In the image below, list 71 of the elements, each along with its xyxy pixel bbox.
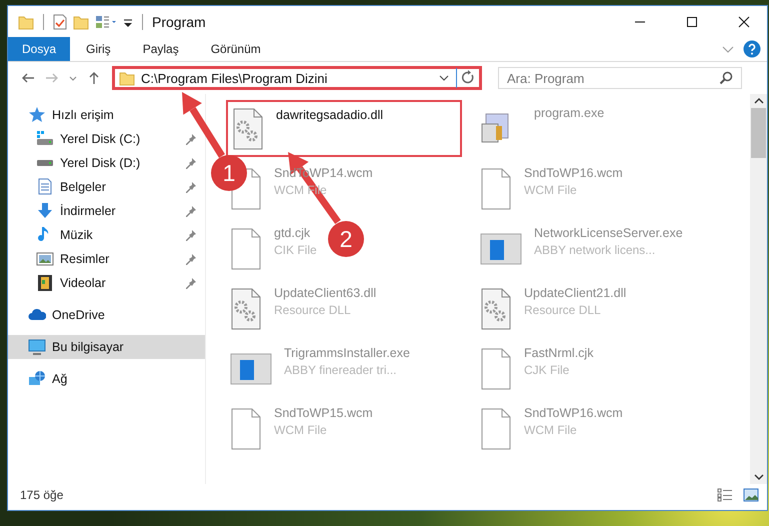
file-type: ABBY finereader tri... bbox=[284, 363, 398, 377]
sidebar-item[interactable]: Müzik bbox=[8, 223, 205, 247]
large-icons-view-icon[interactable] bbox=[743, 488, 759, 502]
gears-file-icon bbox=[232, 108, 264, 150]
star-icon bbox=[28, 106, 46, 124]
file-type: Resource DLL bbox=[524, 303, 602, 317]
sidebar-item[interactable]: İndirmeler bbox=[8, 199, 205, 223]
sidebar-item[interactable]: Belgeler bbox=[8, 175, 205, 199]
details-view-icon[interactable] bbox=[717, 488, 733, 502]
file-name: SndToWP16.wcm bbox=[524, 166, 623, 180]
file-name: SndToWP16.wcm bbox=[524, 406, 623, 420]
ribbon-tab[interactable]: Görünüm bbox=[194, 37, 277, 61]
file-name: TrigrammsInstaller.exe bbox=[284, 346, 410, 360]
scrollbar[interactable] bbox=[750, 94, 767, 484]
file-type: ABBY network licens... bbox=[534, 243, 656, 257]
folder-icon bbox=[18, 14, 34, 30]
item-count: 175 öğe bbox=[20, 488, 64, 502]
step-number: 2 bbox=[328, 221, 364, 257]
search-field[interactable]: Ara: Program bbox=[498, 67, 742, 89]
file-name: gtd.cjk bbox=[274, 226, 312, 240]
sidebar-item[interactable]: Hızlı erişim bbox=[8, 103, 124, 127]
callout-arrow bbox=[182, 92, 225, 158]
file-name: UpdateClient63.dll bbox=[274, 286, 376, 300]
file-icon bbox=[230, 408, 262, 450]
help-icon[interactable] bbox=[743, 40, 761, 58]
film-icon bbox=[36, 274, 54, 292]
sidebar-item[interactable]: Yerel Disk (D:) bbox=[8, 151, 205, 175]
download-arrow-icon bbox=[36, 202, 54, 220]
file-name: NetworkLicenseServer.exe bbox=[534, 226, 683, 240]
sidebar-item[interactable]: Yerel Disk (C:) bbox=[8, 127, 205, 151]
sidebar-item[interactable]: Ağ bbox=[8, 367, 78, 391]
step-number: 1 bbox=[211, 155, 247, 191]
file-name: dawritegsadadio.dll bbox=[276, 108, 384, 122]
file-icon bbox=[480, 168, 512, 210]
file-icon bbox=[480, 348, 512, 390]
scroll-thumb[interactable] bbox=[751, 108, 766, 158]
gears-file-icon bbox=[230, 288, 262, 330]
file-type: WCM File bbox=[524, 423, 578, 437]
sidebar-item[interactable]: Resimler bbox=[8, 247, 205, 271]
folder-icon bbox=[119, 70, 135, 86]
address-bar[interactable]: C:\Program Files\Program Dizini bbox=[112, 66, 482, 90]
drive-icon bbox=[36, 130, 54, 148]
view-options-icon[interactable] bbox=[95, 14, 117, 30]
file-type: WCM File bbox=[274, 423, 328, 437]
gears-file-icon bbox=[480, 288, 512, 330]
drive-icon bbox=[36, 159, 54, 167]
search-icon bbox=[719, 71, 733, 85]
window-title: Program bbox=[152, 14, 206, 30]
address-path: C:\Program Files\Program Dizini bbox=[141, 70, 328, 86]
ribbon-tab[interactable]: Paylaş bbox=[126, 37, 195, 61]
file-name: SndToWP15.wcm bbox=[274, 406, 373, 420]
sidebar-item[interactable]: Videolar bbox=[8, 271, 205, 295]
monitor-icon bbox=[28, 338, 46, 356]
file-name: FastNrml.cjk bbox=[524, 346, 594, 360]
file-name: UpdateClient21.dll bbox=[524, 286, 626, 300]
file-type: WCM File bbox=[524, 183, 578, 197]
network-icon bbox=[28, 370, 46, 388]
file-type: CIK File bbox=[274, 243, 317, 257]
document-icon bbox=[36, 178, 54, 196]
picture-icon bbox=[36, 250, 54, 268]
checklist-icon[interactable] bbox=[53, 14, 67, 30]
file-type: CJK File bbox=[524, 363, 570, 377]
file-type: Resource DLL bbox=[274, 303, 352, 317]
sidebar-item[interactable]: OneDrive bbox=[8, 303, 115, 327]
sidebar-item[interactable]: Bu bilgisayar bbox=[8, 335, 205, 359]
file-name: program.exe bbox=[534, 106, 604, 120]
ribbon-tab[interactable]: Giriş bbox=[70, 37, 127, 61]
file-item[interactable]: dawritegsadadio.dll bbox=[226, 100, 462, 157]
ribbon-tab[interactable]: Dosya bbox=[8, 37, 70, 61]
file-icon bbox=[480, 408, 512, 450]
file-icon bbox=[230, 228, 262, 270]
